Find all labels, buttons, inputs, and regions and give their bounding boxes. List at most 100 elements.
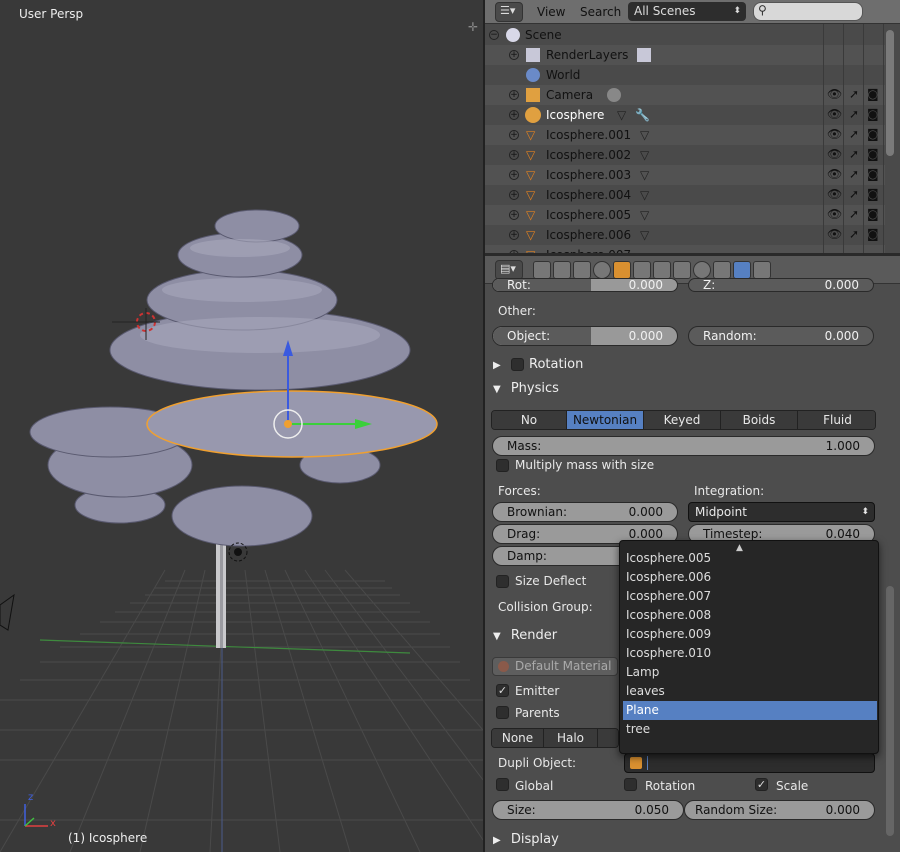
- editor-type-button[interactable]: ☰▾: [495, 2, 523, 22]
- eye-icon[interactable]: 👁: [827, 127, 842, 141]
- expand-icon[interactable]: +: [509, 110, 519, 120]
- tree-row-icosphere-002[interactable]: + ▽ Icosphere.002 ▽: [485, 145, 885, 165]
- rotation-panel-header[interactable]: ▶ Rotation: [493, 354, 877, 376]
- tree-label[interactable]: Icosphere.005: [546, 205, 631, 225]
- material-select[interactable]: Default Material: [492, 657, 618, 676]
- search-input[interactable]: ⚲: [753, 2, 863, 21]
- render-halo-button[interactable]: Halo: [544, 729, 598, 747]
- eye-icon[interactable]: 👁: [827, 87, 842, 101]
- eye-icon[interactable]: 👁: [827, 227, 842, 241]
- tree-label[interactable]: World: [546, 65, 580, 85]
- tree-label[interactable]: Scene: [525, 25, 562, 45]
- tree-row-icosphere-001[interactable]: + ▽ Icosphere.001 ▽: [485, 125, 885, 145]
- multiply-mass-checkbox[interactable]: [496, 459, 509, 472]
- camera-render-icon[interactable]: ◙: [867, 127, 879, 141]
- view-menu[interactable]: View: [537, 3, 565, 21]
- cursor-icon[interactable]: ➚: [849, 187, 859, 201]
- random-size-field[interactable]: Random Size: 0.000: [684, 800, 875, 820]
- outliner-scrollbar[interactable]: [886, 30, 894, 156]
- world-tab-icon[interactable]: [593, 261, 611, 279]
- physics-panel-header[interactable]: ▼ Physics: [493, 378, 877, 400]
- tree-row-icosphere-005[interactable]: + ▽ Icosphere.005 ▽: [485, 205, 885, 225]
- cursor-icon[interactable]: ➚: [849, 127, 859, 141]
- tree-label[interactable]: Icosphere.004: [546, 185, 631, 205]
- expand-icon[interactable]: +: [509, 130, 519, 140]
- physics-boids-button[interactable]: Boids: [721, 411, 798, 429]
- rot-field[interactable]: Rot: 0.000: [492, 278, 678, 292]
- tree-row-renderlayers[interactable]: + RenderLayers: [485, 45, 885, 65]
- tree-row-scene[interactable]: − Scene: [485, 25, 885, 45]
- popup-item[interactable]: Icosphere.010: [623, 644, 877, 663]
- display-panel-header[interactable]: ▶ Display: [493, 829, 877, 851]
- properties-scrollbar[interactable]: [886, 586, 894, 836]
- eye-icon[interactable]: 👁: [827, 187, 842, 201]
- render-none-button[interactable]: None: [492, 729, 544, 747]
- rotation-checkbox[interactable]: [624, 778, 637, 791]
- eye-icon[interactable]: 👁: [827, 167, 842, 181]
- dupli-object-field[interactable]: [624, 753, 875, 773]
- camera-render-icon[interactable]: ◙: [867, 87, 879, 101]
- physics-tab-icon[interactable]: [753, 261, 771, 279]
- physics-fluid-button[interactable]: Fluid: [798, 411, 875, 429]
- tree-label[interactable]: Icosphere.001: [546, 125, 631, 145]
- cursor-icon[interactable]: ➚: [849, 227, 859, 241]
- render-tab-icon[interactable]: [533, 261, 551, 279]
- integration-select[interactable]: Midpoint ⬍: [688, 502, 875, 522]
- camera-render-icon[interactable]: ◙: [867, 227, 879, 241]
- tree-label[interactable]: Icosphere.003: [546, 165, 631, 185]
- object-tab-icon[interactable]: [613, 261, 631, 279]
- popup-item[interactable]: Lamp: [623, 663, 877, 682]
- z-field[interactable]: Z: 0.000: [688, 278, 874, 292]
- rotation-checkbox[interactable]: [511, 358, 524, 371]
- camera-render-icon[interactable]: ◙: [867, 147, 879, 161]
- object-field[interactable]: Object: 0.000: [492, 326, 678, 346]
- expand-icon[interactable]: +: [509, 190, 519, 200]
- brownian-field[interactable]: Brownian: 0.000: [492, 502, 678, 522]
- collapse-icon[interactable]: −: [489, 30, 499, 40]
- mass-field[interactable]: Mass: 1.000: [492, 436, 875, 456]
- popup-item[interactable]: Icosphere.006: [623, 568, 877, 587]
- data-tab-icon[interactable]: [673, 261, 691, 279]
- eye-icon[interactable]: 👁: [827, 107, 842, 121]
- eye-icon[interactable]: 👁: [827, 147, 842, 161]
- display-mode-select[interactable]: All Scenes ⬍: [628, 2, 746, 21]
- cursor-icon[interactable]: ➚: [849, 207, 859, 221]
- expand-icon[interactable]: +: [509, 150, 519, 160]
- tree-label[interactable]: Camera: [546, 85, 593, 105]
- size-deflect-checkbox[interactable]: [496, 575, 509, 588]
- tree-row-icosphere[interactable]: + Icosphere ▽ 🔧: [485, 105, 885, 125]
- cursor-icon[interactable]: ➚: [849, 147, 859, 161]
- viewport-scene[interactable]: [0, 0, 483, 852]
- texture-tab-icon[interactable]: [713, 261, 731, 279]
- renderlayers-tab-icon[interactable]: [553, 261, 571, 279]
- cursor-icon[interactable]: ➚: [849, 167, 859, 181]
- tree-label[interactable]: Icosphere: [546, 105, 604, 125]
- tree-row-icosphere-006[interactable]: + ▽ Icosphere.006 ▽: [485, 225, 885, 245]
- particles-tab-icon[interactable]: [733, 261, 751, 279]
- popup-item[interactable]: Icosphere.009: [623, 625, 877, 644]
- popup-item[interactable]: Icosphere.008: [623, 606, 877, 625]
- camera-render-icon[interactable]: ◙: [867, 107, 879, 121]
- global-checkbox[interactable]: [496, 778, 509, 791]
- tree-row-world[interactable]: World: [485, 65, 885, 85]
- random-field[interactable]: Random: 0.000: [688, 326, 874, 346]
- tree-label[interactable]: Icosphere.006: [546, 225, 631, 245]
- popup-item[interactable]: Icosphere.007: [623, 587, 877, 606]
- cursor-icon[interactable]: ➚: [849, 87, 859, 101]
- popup-item[interactable]: leaves: [623, 682, 877, 701]
- expand-icon[interactable]: +: [509, 210, 519, 220]
- physics-newtonian-button[interactable]: Newtonian: [567, 411, 644, 429]
- expand-icon[interactable]: +: [509, 90, 519, 100]
- tree-label[interactable]: Icosphere.002: [546, 145, 631, 165]
- render-more-button[interactable]: [598, 729, 618, 747]
- cursor-icon[interactable]: ➚: [849, 107, 859, 121]
- popup-item-selected[interactable]: Plane: [623, 701, 877, 720]
- editor-type-button[interactable]: ▤▾: [495, 260, 523, 280]
- constraints-tab-icon[interactable]: [633, 261, 651, 279]
- expand-icon[interactable]: +: [509, 230, 519, 240]
- search-menu[interactable]: Search: [580, 3, 621, 21]
- tree-label[interactable]: RenderLayers: [546, 45, 628, 65]
- scene-tab-icon[interactable]: [573, 261, 591, 279]
- tree-row-icosphere-004[interactable]: + ▽ Icosphere.004 ▽: [485, 185, 885, 205]
- eye-icon[interactable]: 👁: [827, 207, 842, 221]
